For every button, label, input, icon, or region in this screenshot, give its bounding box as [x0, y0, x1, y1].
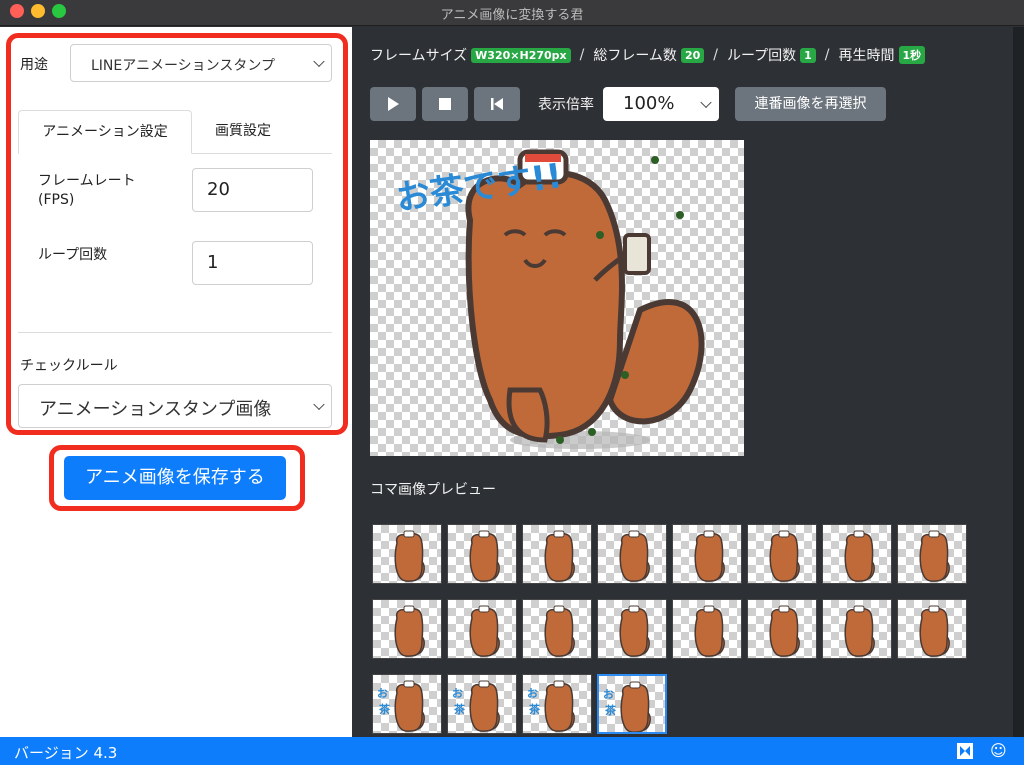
usage-select[interactable]: LINEアニメーションスタンプ — [70, 44, 332, 82]
frame-thumbnail[interactable] — [447, 524, 517, 584]
frame-thumbnail[interactable] — [822, 524, 892, 584]
zoom-select-value: 100% — [623, 93, 675, 114]
tab-quality-settings[interactable]: 画質設定 — [198, 110, 288, 154]
framerate-unit-label: (FPS) — [38, 192, 75, 208]
section-divider — [18, 332, 332, 333]
svg-text:茶: 茶 — [378, 702, 391, 716]
svg-text:お: お — [527, 687, 538, 700]
svg-text:お: お — [377, 687, 388, 700]
smiley-icon[interactable]: ☺ — [990, 741, 1007, 760]
framerate-input[interactable]: 20 — [192, 168, 313, 212]
stop-icon — [439, 98, 451, 110]
frame-thumbnail[interactable] — [897, 524, 967, 584]
frame-thumbnail[interactable] — [522, 524, 592, 584]
frame-thumbnail[interactable] — [747, 599, 817, 659]
loops-label: ループ回数 — [726, 48, 797, 64]
title-bar: アニメ画像に変換する君 — [0, 0, 1024, 26]
chevron-down-icon — [700, 96, 712, 109]
duration-label: 再生時間 — [838, 48, 895, 64]
app-window: アニメ画像に変換する君 用途 LINEアニメーションスタンプ アニメーション設定… — [0, 0, 1024, 765]
preview-panel: フレームサイズ W320×H270px / 総フレーム数 20/ループ回数 1/再生時間 1… — [352, 27, 1024, 737]
framerate-label: フレームレート — [38, 173, 136, 189]
svg-text:お: お — [603, 688, 614, 701]
svg-text:茶: 茶 — [604, 703, 617, 717]
zoom-select[interactable]: 100% — [603, 87, 719, 121]
stop-button[interactable] — [422, 87, 468, 121]
frame-thumbnail[interactable]: お茶 — [522, 674, 592, 734]
frame-thumbnail[interactable] — [822, 599, 892, 659]
frame-thumbnail[interactable] — [897, 599, 967, 659]
frame-thumbnail[interactable] — [597, 524, 667, 584]
frame-thumbnail[interactable]: お茶 — [597, 674, 667, 734]
frame-thumbnail[interactable] — [597, 599, 667, 659]
app-logo-icon[interactable] — [956, 742, 974, 760]
frame-size-badge: W320×H270px — [471, 47, 571, 63]
frame-thumbnail[interactable] — [372, 599, 442, 659]
save-animation-button[interactable]: アニメ画像を保存する — [64, 456, 286, 500]
settings-tabs: アニメーション設定 画質設定 — [18, 110, 332, 154]
info-line: フレームサイズ W320×H270px / 総フレーム数 20/ループ回数 1/再生時間 1… — [370, 45, 926, 67]
skip-back-icon — [491, 98, 503, 110]
total-frames-label: 総フレーム数 — [593, 48, 677, 64]
frame-thumbnail[interactable] — [372, 524, 442, 584]
loops-badge: 1 — [800, 47, 816, 63]
squirrel-character-illustration: お茶です!! — [394, 149, 705, 449]
play-icon — [388, 97, 399, 111]
loop-count-label: ループ回数 — [38, 247, 108, 263]
window-title: アニメ画像に変換する君 — [440, 8, 584, 23]
svg-text:茶: 茶 — [528, 702, 541, 716]
usage-select-value: LINEアニメーションスタンプ — [91, 58, 275, 74]
duration-badge: 1秒 — [898, 46, 926, 64]
check-rule-label: チェックルール — [20, 358, 118, 374]
status-bar: バージョン 4.3 ☺ — [0, 737, 1024, 765]
frame-thumbnail[interactable] — [672, 524, 742, 584]
play-button[interactable] — [370, 87, 416, 121]
check-rule-select[interactable]: アニメーションスタンプ画像 — [18, 384, 332, 428]
frame-thumbnail[interactable] — [447, 599, 517, 659]
chevron-down-icon — [313, 55, 325, 68]
reselect-images-button[interactable]: 連番画像を再選択 — [735, 87, 886, 121]
settings-panel: 用途 LINEアニメーションスタンプ アニメーション設定 画質設定 フレームレー… — [0, 27, 352, 737]
rewind-button[interactable] — [474, 87, 520, 121]
frame-thumbnail[interactable]: お茶 — [447, 674, 517, 734]
check-rule-select-value: アニメーションスタンプ画像 — [39, 399, 272, 420]
frame-size-label: フレームサイズ — [370, 48, 468, 64]
frame-thumbnail[interactable] — [747, 524, 817, 584]
total-frames-badge: 20 — [680, 47, 705, 63]
animation-preview: お茶です!! — [370, 140, 744, 456]
vertical-scrollbar[interactable] — [1013, 27, 1024, 737]
frame-thumbnail[interactable]: お茶 — [372, 674, 442, 734]
tab-animation-settings[interactable]: アニメーション設定 — [18, 110, 192, 154]
chevron-down-icon — [313, 398, 325, 411]
version-label: バージョン 4.3 — [14, 744, 118, 762]
svg-text:茶: 茶 — [453, 702, 466, 716]
svg-text:お: お — [452, 687, 463, 700]
zoom-label: 表示倍率 — [538, 97, 594, 113]
frame-thumbnail[interactable] — [672, 599, 742, 659]
frame-preview-title: コマ画像プレビュー — [370, 482, 496, 498]
frame-thumbnail[interactable] — [522, 599, 592, 659]
loop-count-input[interactable]: 1 — [192, 241, 313, 285]
usage-label: 用途 — [20, 57, 48, 73]
